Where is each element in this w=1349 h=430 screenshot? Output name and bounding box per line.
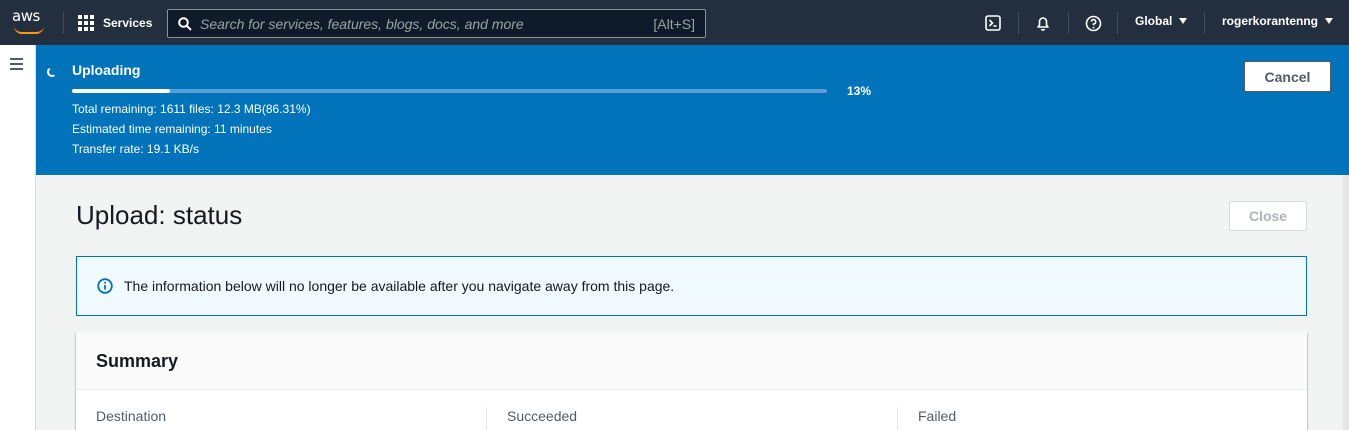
region-selector[interactable]: Global bbox=[1135, 14, 1188, 28]
page-title: Upload: status bbox=[76, 200, 243, 230]
progress-percentage: 13% bbox=[847, 84, 872, 98]
grid-icon bbox=[78, 15, 94, 31]
succeeded-label: Succeeded bbox=[507, 408, 578, 424]
info-alert: The information below will no longer be … bbox=[76, 256, 1307, 316]
side-navigation-toggle-strip bbox=[0, 45, 36, 430]
help-icon[interactable] bbox=[1084, 14, 1102, 32]
failed-label: Failed bbox=[918, 408, 957, 424]
search-icon bbox=[178, 16, 192, 31]
column-divider bbox=[486, 406, 487, 430]
page-scrollbar[interactable] bbox=[1343, 175, 1349, 430]
cloudshell-icon[interactable] bbox=[984, 14, 1002, 32]
nav-divider bbox=[63, 12, 64, 34]
services-menu-button[interactable]: Services bbox=[78, 12, 152, 34]
caret-down-icon bbox=[1179, 18, 1188, 24]
search-bar[interactable]: [Alt+S] bbox=[167, 9, 706, 38]
upload-progress-fill bbox=[72, 89, 171, 93]
info-message: The information below will no longer be … bbox=[124, 278, 675, 294]
search-input[interactable] bbox=[200, 15, 654, 32]
eta-text: Estimated time remaining: 11 minutes bbox=[72, 122, 272, 136]
remaining-text: Total remaining: 1611 files: 12.3 MB(86.… bbox=[72, 102, 311, 116]
top-navigation: aws Services [Alt+S] Global rogerkorante… bbox=[0, 0, 1349, 45]
upload-progress-bar bbox=[72, 89, 827, 93]
nav-divider bbox=[1018, 12, 1019, 34]
close-button[interactable]: Close bbox=[1229, 201, 1307, 231]
summary-title: Summary bbox=[96, 351, 179, 371]
destination-label: Destination bbox=[96, 408, 167, 424]
aws-smile-mark bbox=[14, 26, 44, 34]
account-label: rogerkorantenng bbox=[1222, 14, 1319, 28]
column-divider bbox=[897, 406, 898, 430]
services-label: Services bbox=[103, 16, 153, 30]
nav-divider bbox=[1068, 12, 1069, 34]
transfer-rate-text: Transfer rate: 19.1 KB/s bbox=[72, 142, 199, 156]
region-label: Global bbox=[1135, 14, 1173, 28]
aws-logo-icon[interactable]: aws bbox=[12, 7, 48, 37]
aws-logo-text: aws bbox=[12, 7, 40, 25]
hamburger-icon[interactable] bbox=[10, 58, 23, 73]
spinner-icon bbox=[46, 66, 58, 78]
cancel-button[interactable]: Cancel bbox=[1244, 61, 1331, 92]
bell-icon[interactable] bbox=[1034, 14, 1052, 32]
account-menu[interactable]: rogerkorantenng bbox=[1222, 14, 1334, 28]
nav-divider bbox=[1117, 12, 1118, 34]
banner-title: Uploading bbox=[72, 62, 141, 78]
summary-header: Summary bbox=[76, 332, 1307, 390]
search-shortcut-hint: [Alt+S] bbox=[653, 15, 695, 32]
nav-divider bbox=[1204, 12, 1205, 34]
caret-down-icon bbox=[1325, 18, 1334, 24]
info-icon bbox=[97, 278, 113, 294]
summary-panel: Summary Destination Succeeded Failed bbox=[76, 332, 1307, 430]
upload-progress-banner: Uploading 13% Total remaining: 1611 file… bbox=[36, 45, 1349, 175]
